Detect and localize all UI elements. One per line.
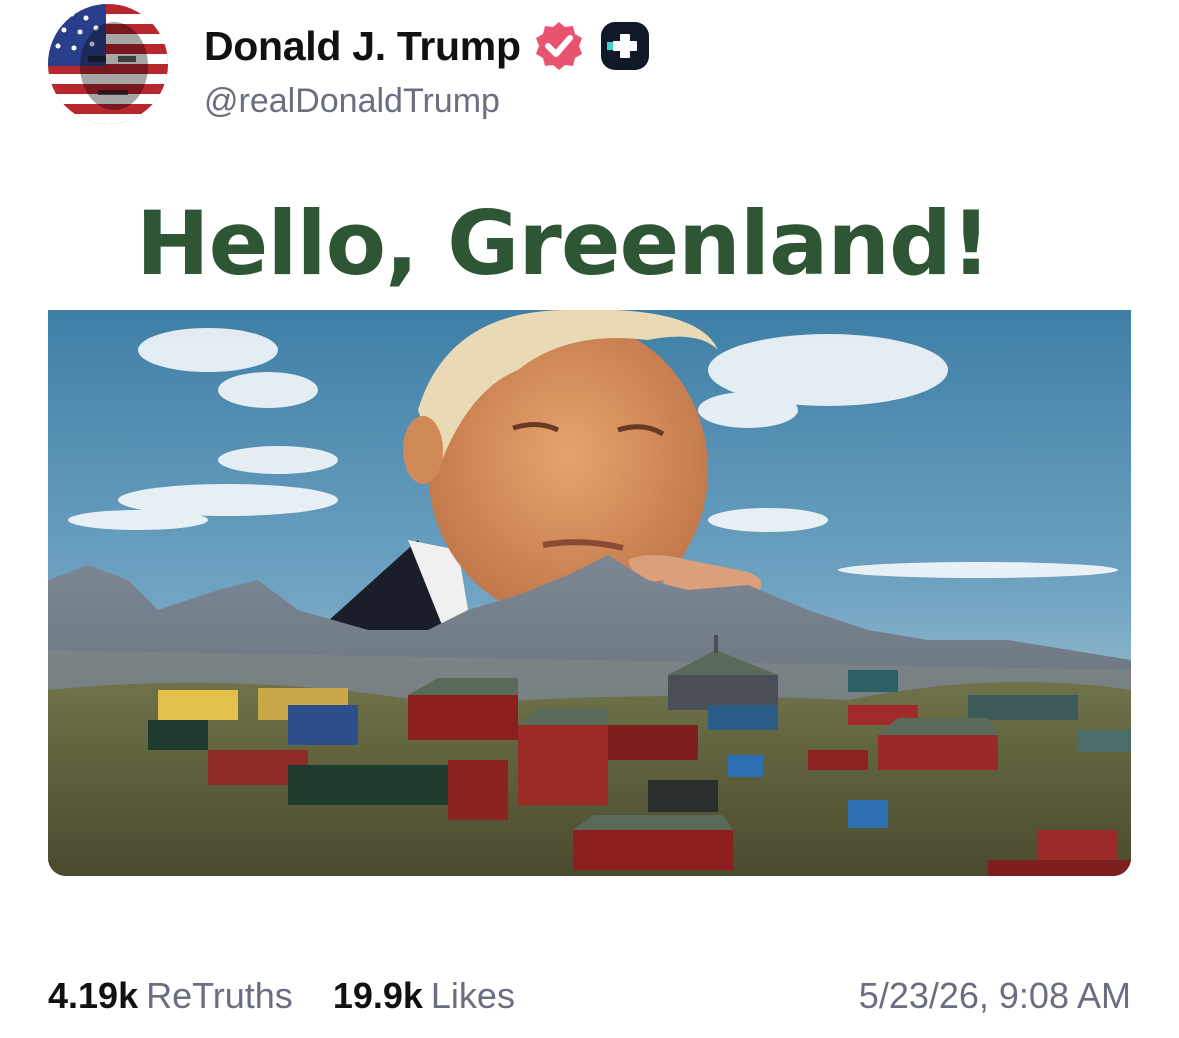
post-header: Donald J. Trump @realDonaldTrump	[48, 4, 1131, 124]
greenland-photo	[48, 310, 1131, 876]
retruths-count: 4.19k	[48, 975, 139, 1016]
name-row: Donald J. Trump	[204, 18, 651, 74]
retruths-stat[interactable]: 4.19k ReTruths	[48, 975, 293, 1017]
retruths-label: ReTruths	[146, 975, 293, 1016]
greenland-landscape-image	[48, 310, 1131, 876]
verified-badge-icon	[535, 22, 582, 70]
likes-label: Likes	[430, 975, 515, 1016]
likes-stat[interactable]: 19.9k Likes	[333, 975, 515, 1017]
image-headline-area: Hello, Greenland!	[48, 180, 1131, 308]
post-image[interactable]: Hello, Greenland!	[48, 180, 1131, 876]
plus-badge-icon	[600, 22, 649, 70]
likes-count: 19.9k	[332, 975, 423, 1016]
post-timestamp[interactable]: 5/23/26, 9:08 AM	[859, 975, 1131, 1017]
image-headline: Hello, Greenland!	[136, 192, 991, 295]
display-name[interactable]: Donald J. Trump	[204, 23, 521, 70]
post-stats: 4.19k ReTruths 19.9k Likes 5/23/26, 9:08…	[48, 972, 1131, 1020]
flag-face-avatar-icon	[48, 4, 168, 124]
avatar[interactable]	[48, 4, 168, 124]
user-handle[interactable]: @realDonaldTrump	[204, 82, 500, 121]
